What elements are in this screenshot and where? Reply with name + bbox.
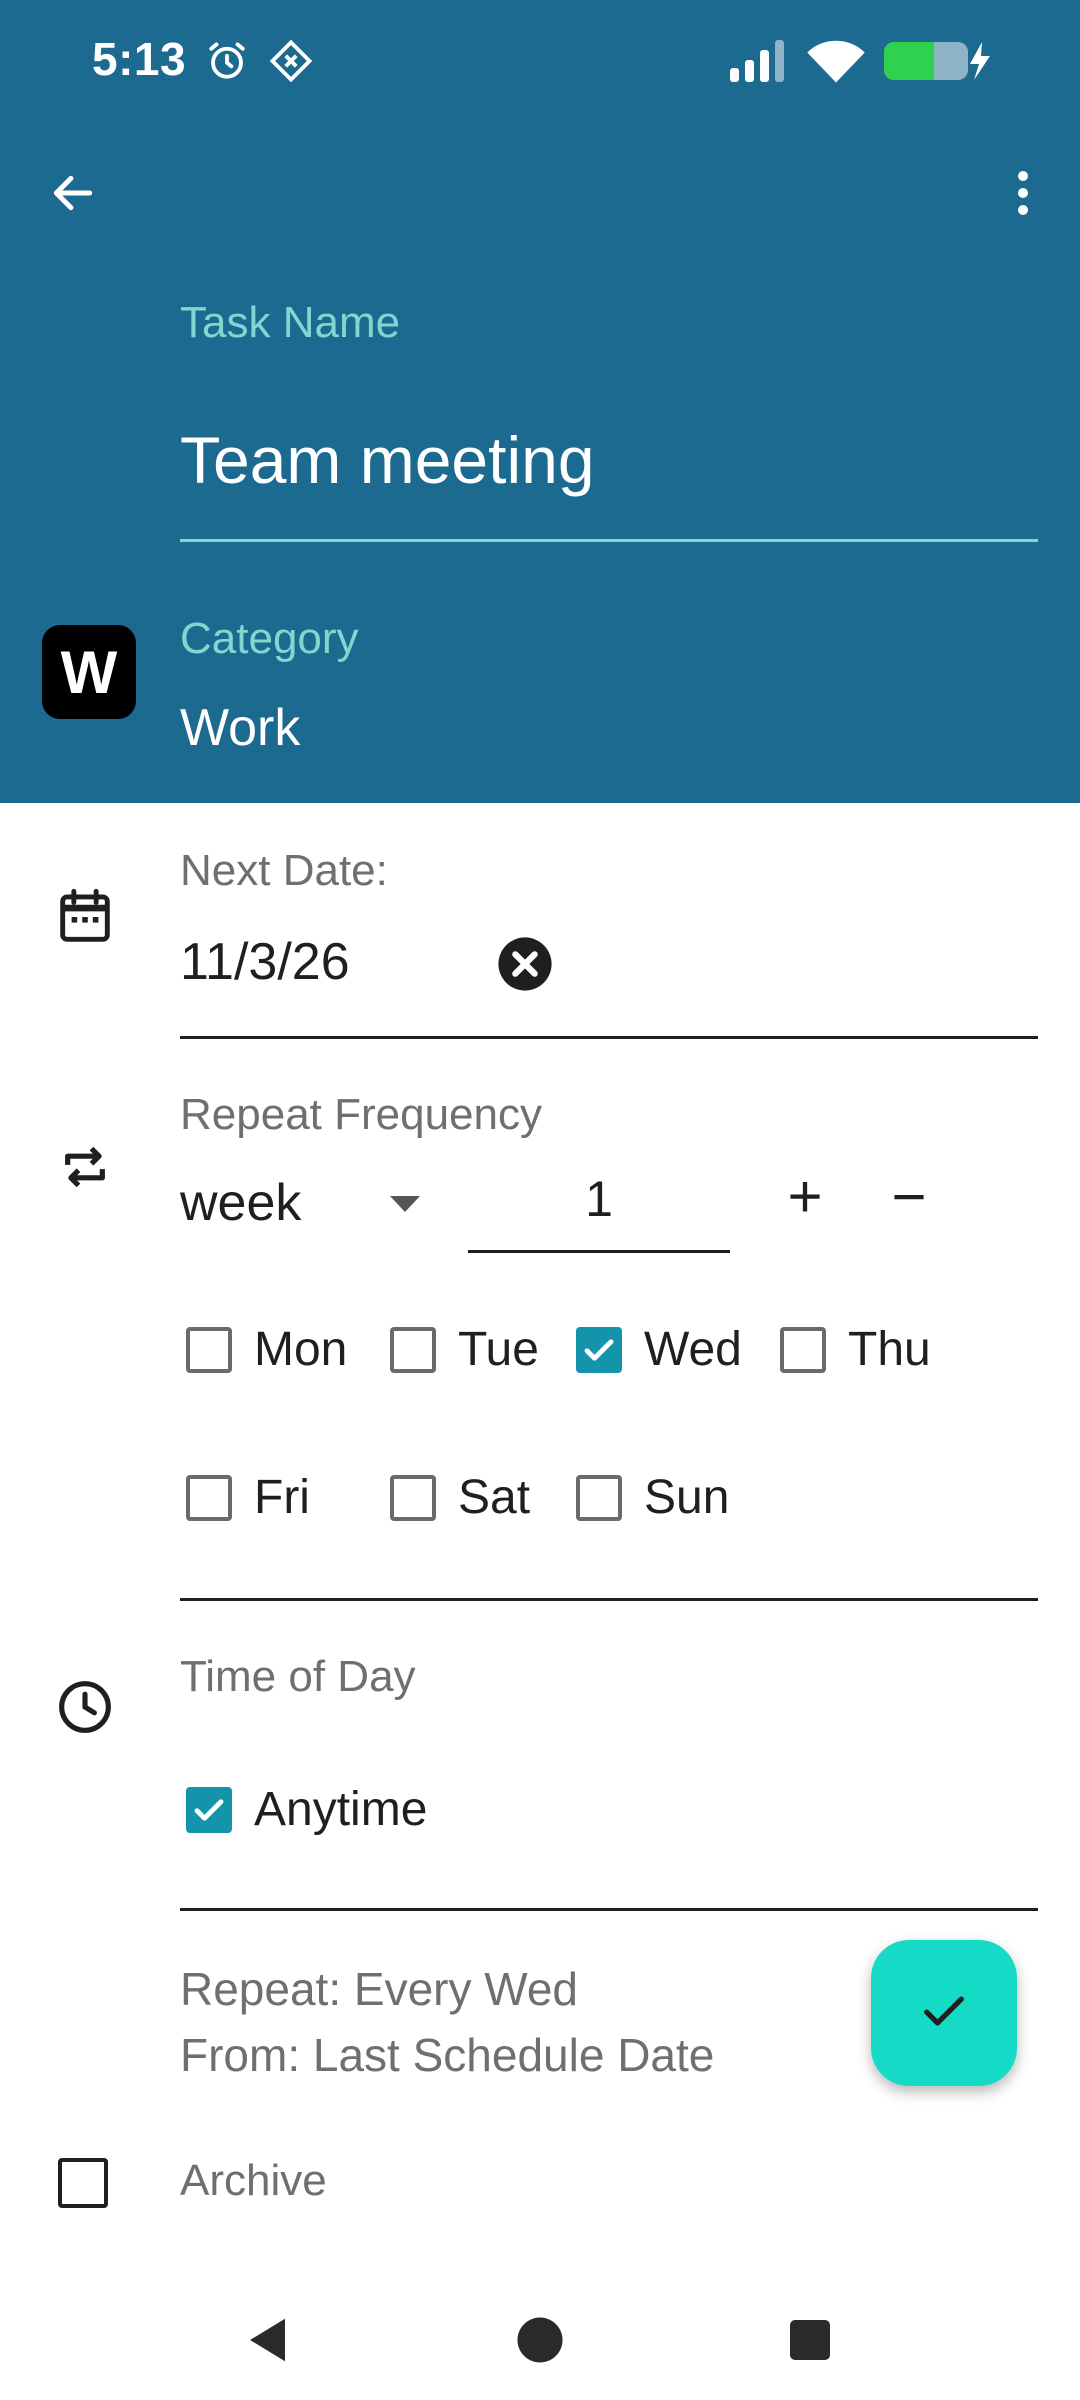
day-toggle-sat[interactable]: Sat [390,1470,530,1525]
day-toggle-mon[interactable]: Mon [186,1322,347,1377]
next-date-value[interactable]: 11/3/26 [180,932,350,992]
overflow-menu-button[interactable] [978,150,1068,240]
clock-icon [50,1672,120,1742]
square-recents-icon [790,2320,830,2360]
check-icon [584,1338,614,1361]
day-toggle-wed[interactable]: Wed [576,1322,742,1377]
checkbox-tue[interactable] [390,1326,436,1373]
category-badge[interactable]: W [42,625,136,719]
check-icon [194,1798,224,1821]
status-time: 5:13 [92,33,187,85]
time-of-day-label: Time of Day [180,1652,416,1701]
category-value[interactable]: Work [180,698,300,758]
check-icon [918,1985,970,2042]
repeat-frequency-label: Repeat Frequency [180,1090,542,1139]
triangle-back-icon [250,2318,285,2362]
repeat-unit-value: week [180,1174,302,1232]
time-of-day-divider [180,1908,1038,1911]
repeat-icon [50,1132,120,1202]
checkbox-sun[interactable] [576,1474,622,1521]
arrow-left-icon [48,168,98,223]
day-label-mon: Mon [254,1323,348,1376]
nav-recents-button[interactable] [780,2310,840,2370]
archive-checkbox[interactable] [58,2158,108,2208]
anytime-toggle[interactable]: Anytime [186,1782,427,1837]
checkbox-fri[interactable] [186,1474,232,1521]
clear-date-button[interactable] [496,935,554,993]
circle-home-icon [517,2317,563,2363]
day-label-sat: Sat [458,1471,531,1524]
repeat-from-summary: From: Last Schedule Date [180,2029,715,2081]
more-vertical-icon [1015,168,1031,223]
signal-icon [728,38,790,84]
day-label-sun: Sun [644,1471,730,1524]
checkbox-wed[interactable] [576,1326,622,1373]
repeat-count-input[interactable]: 1 [468,1170,730,1250]
back-button[interactable] [28,150,118,240]
category-label: Category [180,614,359,663]
archive-checkbox-box[interactable] [58,2158,108,2208]
save-fab-button[interactable] [871,1940,1017,2086]
task-name-label: Task Name [180,298,401,347]
checkbox-thu[interactable] [780,1326,826,1373]
checkbox-anytime[interactable] [186,1786,232,1833]
day-label-fri: Fri [254,1471,310,1524]
repeat-unit-dropdown[interactable]: week [180,1168,430,1238]
wifi-icon [806,36,866,84]
archive-label: Archive [180,2156,327,2205]
link-icon [270,40,312,82]
day-toggle-fri[interactable]: Fri [186,1470,310,1525]
day-label-wed: Wed [644,1323,742,1376]
day-label-thu: Thu [848,1323,931,1376]
close-circle-icon [496,937,554,997]
dropdown-arrow-icon [390,1196,420,1217]
battery-charging-icon [882,38,992,84]
nav-back-button[interactable] [240,2310,300,2370]
repeat-divider [180,1598,1038,1601]
day-label-tue: Tue [458,1323,539,1376]
nav-home-button[interactable] [510,2310,570,2370]
next-date-label: Next Date: [180,846,388,895]
decrement-button[interactable]: − [882,1167,936,1227]
repeat-summary: Repeat: Every Wed [180,1963,579,2015]
day-toggle-thu[interactable]: Thu [780,1322,931,1377]
checkbox-mon[interactable] [186,1326,232,1373]
header [0,0,1080,803]
task-name-underline [180,539,1038,542]
increment-button[interactable]: + [778,1167,832,1227]
calendar-icon [50,882,120,952]
day-toggle-sun[interactable]: Sun [576,1470,729,1525]
next-date-divider [180,1036,1038,1039]
anytime-label: Anytime [254,1783,428,1836]
repeat-count-underline [468,1250,730,1253]
day-toggle-tue[interactable]: Tue [390,1322,539,1377]
alarm-icon [206,40,248,82]
task-name-input[interactable]: Team meeting [180,422,595,498]
checkbox-sat[interactable] [390,1474,436,1521]
